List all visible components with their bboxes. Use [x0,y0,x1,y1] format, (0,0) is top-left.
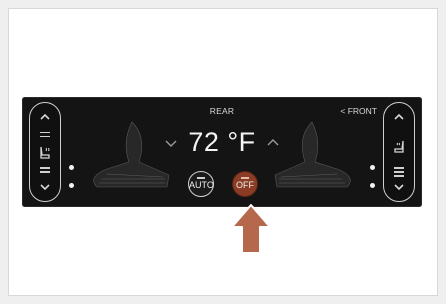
indicator-bar [241,177,249,179]
indicator-dot [370,183,375,188]
level-lines-icon [40,165,50,176]
auto-button-label: AUTO [189,180,214,190]
chevron-down-icon[interactable] [39,181,51,193]
chevron-up-icon[interactable] [266,138,280,148]
off-button[interactable]: OFF [232,171,258,197]
chevron-down-icon[interactable] [393,181,405,193]
indicator-dot [69,165,74,170]
temperature-value: 72 °F [188,127,256,157]
indicator-dot [69,183,74,188]
level-lines-icon [394,165,404,180]
pointer-arrow-icon [231,204,271,254]
temperature-row: 72 °F [22,127,422,158]
chevron-down-icon[interactable] [164,138,178,148]
indicator-bar [197,177,205,179]
front-label[interactable]: < FRONT [340,106,377,116]
indicator-dot [370,165,375,170]
climate-control-panel: REAR < FRONT 72 °F AUTO OFF [22,97,422,207]
off-button-label: OFF [236,180,254,190]
auto-button[interactable]: AUTO [188,171,214,197]
